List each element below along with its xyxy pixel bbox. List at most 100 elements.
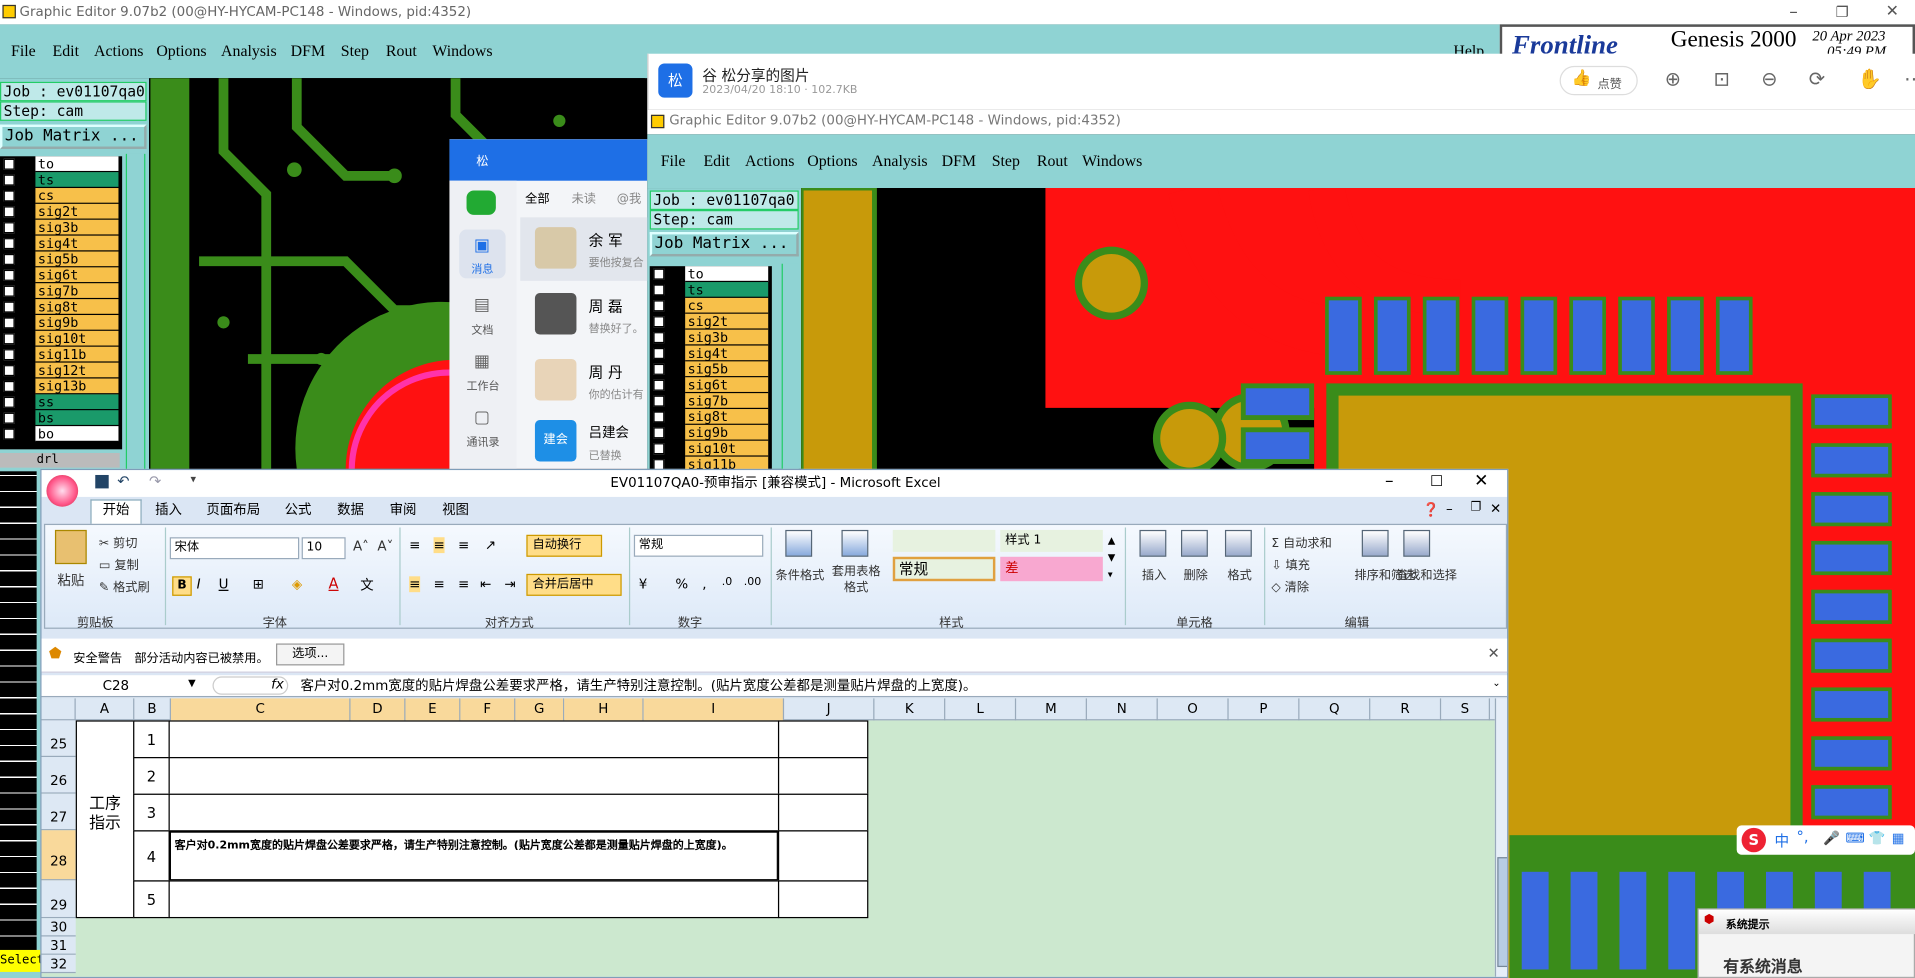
layer-checkbox[interactable] — [3, 428, 15, 440]
table-format-button[interactable]: 套用表格格式 — [829, 564, 883, 596]
layer-row[interactable]: sig10t — [650, 440, 770, 457]
layer-row[interactable]: sig12t — [0, 362, 120, 379]
layer-checkbox[interactable] — [3, 190, 15, 202]
delete-cells-icon[interactable] — [1180, 529, 1208, 557]
layer-name[interactable]: sig11b — [35, 346, 119, 363]
layer-checkbox[interactable] — [3, 412, 15, 424]
style-1[interactable]: 样式 1 — [1000, 529, 1103, 552]
tab-review[interactable]: 审阅 — [390, 497, 417, 524]
copy-button[interactable]: ▭ 复制 — [99, 554, 139, 572]
layer-checkbox[interactable] — [653, 411, 665, 423]
borders-icon[interactable]: ⊞ — [253, 576, 264, 592]
layer-name[interactable]: sig3b — [35, 219, 119, 236]
system-notification[interactable]: ⬢ 系统提示 有系统消息 — [1697, 908, 1915, 978]
column-header[interactable]: R — [1370, 698, 1442, 721]
layer-row[interactable]: sig13b — [0, 378, 120, 395]
layer-row[interactable]: sig9b — [0, 315, 120, 331]
ime-punct[interactable]: °, — [1797, 828, 1809, 845]
keyboard-icon[interactable]: ⌨ — [1845, 830, 1864, 846]
layer-scrollbar[interactable] — [781, 263, 799, 469]
percent-icon[interactable]: % — [675, 576, 688, 592]
item-number[interactable]: 2 — [133, 757, 170, 795]
tab-unread[interactable]: 未读 — [572, 188, 596, 206]
ime-mode[interactable]: 中 — [1775, 830, 1790, 851]
menu-actions[interactable]: Actions — [745, 151, 794, 171]
cell-j[interactable] — [777, 757, 869, 795]
chat-avatar[interactable]: 松 — [476, 150, 488, 168]
fx-icon[interactable]: fx — [271, 676, 284, 692]
menu-step[interactable]: Step — [992, 151, 1020, 171]
layer-checkbox[interactable] — [3, 301, 15, 313]
row-header[interactable]: 30 — [41, 918, 76, 937]
minimize-icon[interactable]: – — [1789, 0, 1798, 24]
instruction-cell[interactable] — [168, 720, 780, 759]
increase-indent-icon[interactable]: ⇥ — [504, 576, 515, 592]
italic-button[interactable]: I — [197, 576, 201, 592]
layer-row[interactable]: ss — [0, 394, 120, 411]
instruction-cell[interactable] — [168, 793, 780, 832]
tab-view[interactable]: 视图 — [442, 497, 469, 524]
layer-checkbox[interactable] — [3, 285, 15, 297]
layer-checkbox[interactable] — [3, 349, 15, 361]
layer-name[interactable]: sig10t — [35, 330, 119, 347]
menu-file[interactable]: File — [11, 42, 36, 62]
increase-decimal-icon[interactable]: .0 — [722, 576, 732, 588]
item-number[interactable]: 4 — [133, 830, 170, 882]
layer-row[interactable]: sig2t — [0, 203, 120, 220]
layer-checkbox[interactable] — [653, 268, 665, 280]
column-header[interactable]: S — [1441, 698, 1490, 721]
column-header[interactable]: H — [564, 698, 644, 721]
layer-checkbox[interactable] — [3, 206, 15, 218]
wrap-text-button[interactable]: 自动换行 — [526, 534, 603, 557]
layer-row[interactable]: bs — [0, 410, 120, 427]
layer-checkbox[interactable] — [3, 253, 15, 265]
menu-analysis[interactable]: Analysis — [221, 42, 277, 62]
layer-checkbox[interactable] — [653, 332, 665, 344]
table-format-icon[interactable] — [841, 529, 869, 557]
layer-name[interactable]: sig7b — [35, 283, 119, 300]
layer-row[interactable]: sig7b — [0, 283, 120, 300]
layer-name[interactable]: to — [35, 156, 119, 173]
tab-formulas[interactable]: 公式 — [285, 497, 312, 524]
menu-step[interactable]: Step — [341, 42, 369, 62]
column-header[interactable]: N — [1087, 698, 1158, 721]
align-center-icon[interactable]: ≡ — [434, 576, 445, 592]
layer-checkbox[interactable] — [3, 158, 15, 170]
layer-checkbox[interactable] — [3, 396, 15, 408]
help-icon[interactable]: ❓ — [1423, 502, 1440, 518]
layer-name[interactable]: sig3b — [685, 329, 769, 346]
layer-row[interactable]: cs — [0, 188, 120, 204]
layer-name[interactable]: sig8t — [685, 409, 769, 425]
column-header[interactable]: P — [1229, 698, 1300, 721]
layer-name[interactable]: sig7b — [685, 393, 769, 410]
layer-row[interactable]: sig2t — [650, 313, 770, 330]
format-painter-button[interactable]: ✎ 格式刷 — [99, 576, 150, 594]
layer-drl[interactable]: drl — [0, 452, 120, 468]
font-size-select[interactable]: 10 — [301, 537, 346, 560]
cell-j[interactable] — [777, 793, 869, 832]
menu-edit[interactable]: Edit — [703, 151, 729, 171]
layer-name[interactable]: sig13b — [35, 378, 119, 395]
row-header[interactable]: 31 — [41, 936, 76, 955]
font-color-icon[interactable]: A — [329, 575, 339, 592]
layer-name[interactable]: bs — [35, 410, 119, 427]
conversation-item[interactable]: 周 丹 你的估计有 — [520, 352, 647, 413]
styles-scroll-down-icon[interactable]: ▼ — [1108, 552, 1116, 563]
microphone-icon[interactable]: 🎤 — [1823, 830, 1840, 846]
nav-docs[interactable]: ▤ 文档 — [459, 291, 505, 340]
autosum-button[interactable]: Σ 自动求和 — [1271, 532, 1331, 550]
layer-checkbox[interactable] — [3, 380, 15, 392]
rotate-icon[interactable]: ⟳ — [1809, 67, 1825, 90]
column-header[interactable]: G — [515, 698, 565, 721]
layer-checkbox[interactable] — [653, 427, 665, 439]
row-header[interactable]: 29 — [41, 880, 76, 919]
vertical-scrollbar[interactable] — [1494, 698, 1508, 977]
grow-font-icon[interactable]: A˄ — [353, 538, 369, 554]
conversation-item[interactable]: 周 磊 替换好了。 — [520, 286, 647, 347]
item-number[interactable]: 3 — [133, 793, 170, 832]
ribbon-minimize-icon[interactable]: – — [1446, 501, 1453, 517]
layer-row[interactable]: sig3b — [650, 329, 770, 346]
layer-name[interactable]: bo — [35, 426, 119, 443]
layer-name[interactable]: to — [685, 266, 769, 283]
conditional-format-button[interactable]: 条件格式 — [776, 564, 825, 582]
